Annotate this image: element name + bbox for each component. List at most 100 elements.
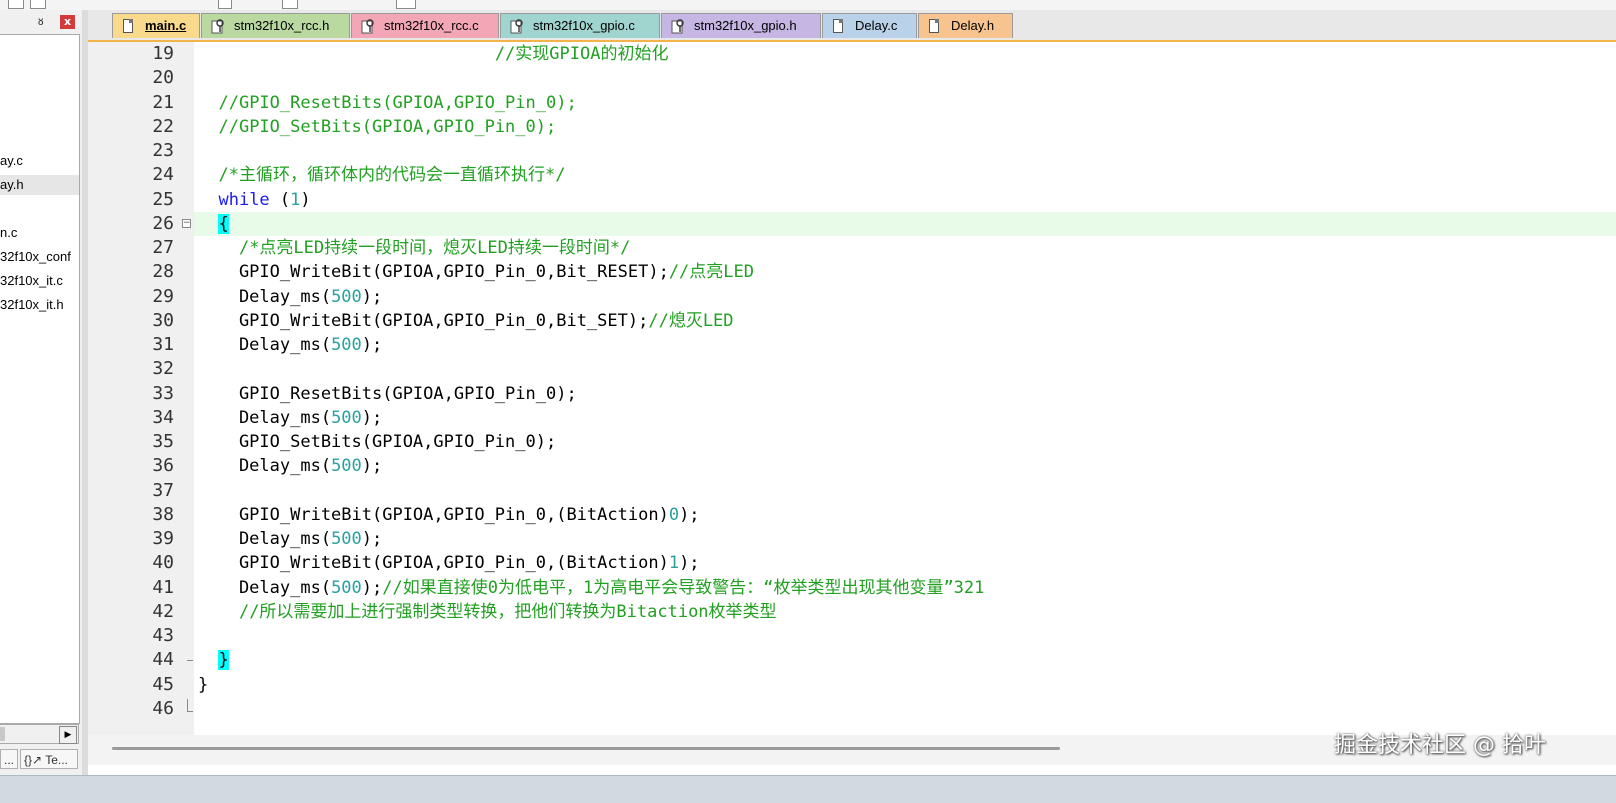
project-tree-item[interactable]: 32f10x_it.c [0, 271, 79, 291]
fold-end-marker [187, 660, 193, 661]
file-tab[interactable]: stm32f10x_rcc.h [201, 13, 350, 38]
code-line[interactable]: Delay_ms(500); [198, 285, 382, 309]
code-line[interactable]: GPIO_SetBits(GPIOA,GPIO_Pin_0); [198, 430, 556, 454]
code-number: 1 [668, 553, 680, 573]
pin-icon[interactable]: ᴕ [38, 14, 43, 28]
file-tab-bar: main.c stm32f10x_rcc.h stm32f10x_rcc.c stm3… [88, 10, 1616, 42]
code-token: ); [361, 456, 383, 476]
code-line[interactable]: GPIO_WriteBit(GPIOA,GPIO_Pin_0,(BitActio… [198, 551, 700, 575]
file-tab[interactable]: stm32f10x_gpio.c [500, 13, 660, 38]
code-area[interactable]: 19 20 21 22 23 24 25 26 27 28 29 30 31 32 33 34 35 36 37 38… [88, 42, 1616, 735]
code-line[interactable]: Delay_ms(500); [198, 406, 382, 430]
file-tab[interactable]: stm32f10x_gpio.h [661, 13, 821, 38]
fold-toggle-icon[interactable]: − [182, 219, 191, 228]
code-line[interactable]: Delay_ms(500); [198, 454, 382, 478]
line-number: 30 [152, 310, 174, 331]
code-line[interactable]: /*主循环，循环体内的代码会一直循环执行*/ [198, 163, 565, 187]
toolbar-button[interactable] [30, 0, 46, 9]
toolbar-button[interactable] [218, 0, 232, 9]
line-number: 20 [152, 67, 174, 88]
code-comment: //熄灭LED [648, 311, 734, 331]
code-line[interactable]: GPIO_WriteBit(GPIOA,GPIO_Pin_0,Bit_RESET… [198, 260, 754, 284]
project-tree-item[interactable]: n.c [0, 223, 79, 243]
code-comment: //点亮LED [668, 262, 754, 282]
scrollbar-thumb[interactable] [112, 747, 1060, 750]
file-tab-label: main.c [145, 18, 187, 33]
toolbar-button[interactable] [396, 0, 416, 9]
code-token: ); [361, 578, 383, 598]
key-icon [211, 19, 224, 34]
line-number: 46 [152, 698, 174, 719]
project-panel-tab[interactable]: ... [0, 749, 18, 769]
code-line[interactable]: GPIO_WriteBit(GPIOA,GPIO_Pin_0,(BitActio… [198, 503, 700, 527]
code-line[interactable]: Delay_ms(500); [198, 527, 382, 551]
code-line[interactable]: Delay_ms(500);//如果直接使0为低电平，1为高电平会导致警告：“枚… [198, 576, 984, 600]
line-number: 29 [152, 286, 174, 307]
file-tab-label: stm32f10x_rcc.h [234, 18, 330, 33]
project-tree-item[interactable]: ay.c [0, 151, 79, 171]
code-line[interactable]: /*点亮LED持续一段时间，熄灭LED持续一段时间*/ [198, 236, 630, 260]
line-number: 22 [152, 116, 174, 137]
line-number: 33 [152, 383, 174, 404]
line-number: 28 [152, 261, 174, 282]
file-tab[interactable]: main.c [112, 13, 200, 38]
file-tab[interactable]: stm32f10x_rcc.c [351, 13, 499, 38]
file-tab-label: stm32f10x_gpio.c [533, 18, 635, 33]
code-comment: //实现GPIOA的初始化 [494, 44, 669, 64]
code-comment: /*点亮LED持续一段时间，熄灭LED持续一段时间*/ [238, 238, 631, 258]
project-tree-item[interactable]: 32f10x_it.h [0, 295, 79, 315]
code-line[interactable]: while (1) [198, 188, 310, 212]
code-line[interactable]: GPIO_ResetBits(GPIOA,GPIO_Pin_0); [198, 382, 577, 406]
code-comment: //GPIO_ResetBits(GPIOA,GPIO_Pin_0); [218, 93, 577, 113]
code-token: Delay_ms( [198, 287, 332, 307]
code-line[interactable]: } [198, 648, 229, 672]
code-keyword: while [218, 190, 270, 210]
line-number: 21 [152, 92, 174, 113]
code-token: ); [679, 553, 700, 573]
file-tab-label: Delay.c [855, 18, 898, 33]
close-icon[interactable]: x [60, 15, 75, 29]
line-number: 41 [152, 577, 174, 598]
line-number: 34 [152, 407, 174, 428]
scrollbar-thumb[interactable] [0, 727, 5, 741]
code-line[interactable]: } [198, 673, 208, 697]
code-line[interactable]: //GPIO_SetBits(GPIOA,GPIO_Pin_0); [198, 115, 556, 139]
code-line[interactable]: { [198, 212, 229, 236]
fold-guide [187, 699, 188, 711]
code-comment: /*主循环，循环体内的代码会一直循环执行*/ [218, 165, 566, 185]
line-number: 43 [152, 625, 174, 646]
code-line[interactable]: //实现GPIOA的初始化 [198, 42, 669, 66]
code-line[interactable]: //GPIO_ResetBits(GPIOA,GPIO_Pin_0); [198, 91, 577, 115]
file-tab-label: Delay.h [951, 18, 995, 33]
brace-match: { [218, 214, 229, 234]
code-token: GPIO_WriteBit(GPIOA,GPIO_Pin_0,Bit_SET); [198, 311, 649, 331]
line-number: 35 [152, 431, 174, 452]
scroll-right-arrow-icon[interactable]: ▶ [59, 726, 77, 744]
code-token: ); [361, 287, 383, 307]
code-line[interactable]: GPIO_WriteBit(GPIOA,GPIO_Pin_0,Bit_SET);… [198, 309, 734, 333]
project-tree-item[interactable]: ay.h [0, 175, 79, 195]
code-line[interactable]: Delay_ms(500); [198, 333, 382, 357]
code-line[interactable]: //所以需要加上进行强制类型转换，把他们转换为Bitaction枚举类型 [198, 600, 777, 624]
code-token: ); [361, 335, 383, 355]
file-tab[interactable]: Delay.h [918, 13, 1013, 38]
toolbar-button[interactable] [8, 0, 24, 9]
key-icon [361, 19, 374, 34]
code-number: 500 [331, 408, 362, 428]
line-number: 23 [152, 140, 174, 161]
toolbar-button[interactable] [282, 0, 298, 9]
project-tree-scrollbar[interactable]: ▶ [0, 724, 79, 744]
code-token: GPIO_ResetBits(GPIOA,GPIO_Pin_0); [198, 384, 577, 404]
key-icon [510, 19, 523, 34]
project-tree-item[interactable]: 32f10x_conf [0, 247, 79, 267]
line-number: 44 [152, 649, 174, 670]
code-comment: //如果直接使0为低电平，1为高电平会导致警告：“枚举类型出现其他变量”321 [382, 578, 985, 598]
file-tab[interactable]: Delay.c [822, 13, 917, 38]
project-panel-tab[interactable]: {}↗ Te... [20, 749, 78, 769]
code-token: ( [269, 190, 291, 210]
code-token: GPIO_SetBits(GPIOA,GPIO_Pin_0); [198, 432, 557, 452]
line-number: 38 [152, 504, 174, 525]
